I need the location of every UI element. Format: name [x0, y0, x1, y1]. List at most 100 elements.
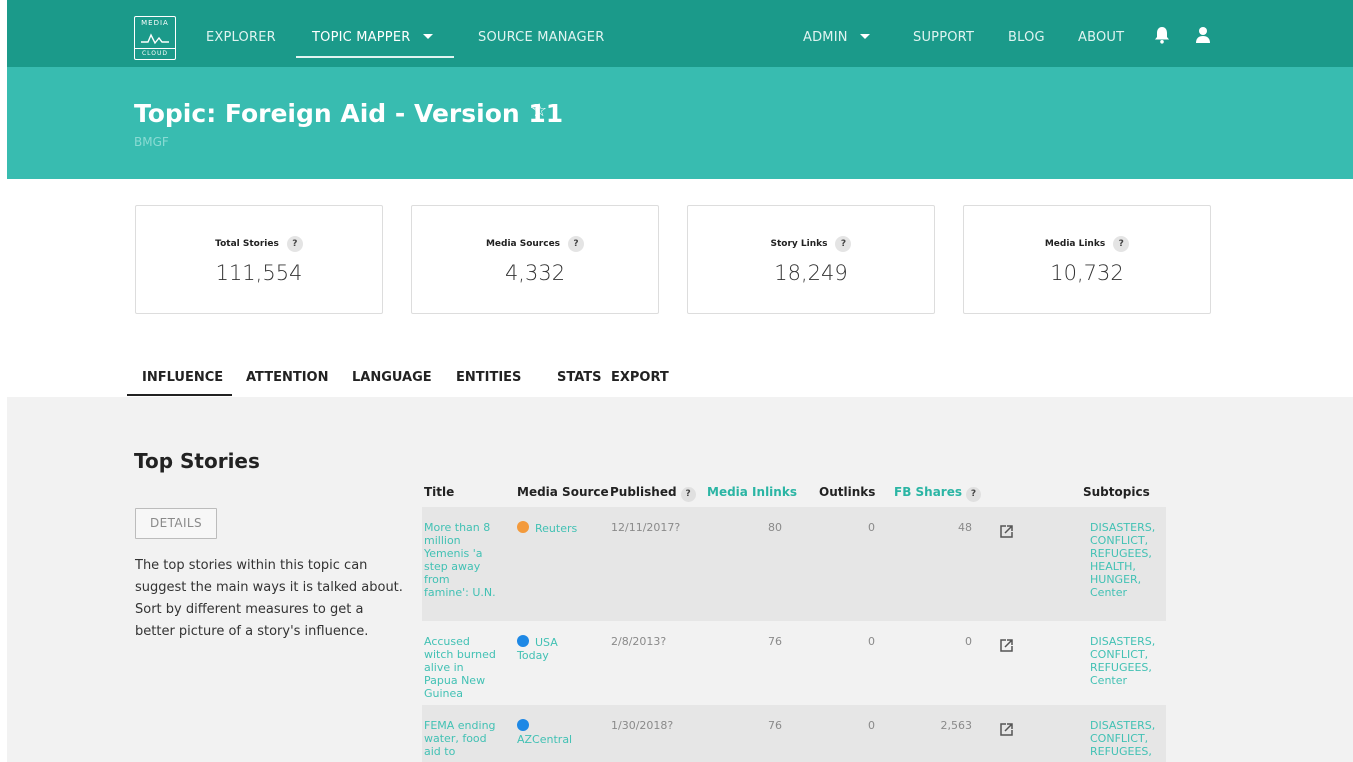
- section-title: Top Stories: [134, 449, 260, 473]
- stat-label: Total Stories: [215, 239, 279, 249]
- col-header-media-inlinks[interactable]: Media Inlinks: [707, 485, 797, 499]
- outlinks-value: 0: [868, 635, 875, 648]
- logo-text-bottom: CLOUD: [135, 48, 175, 57]
- stat-value: 18,249: [774, 261, 848, 285]
- stat-label-row: Total Stories?: [136, 236, 382, 252]
- media-inlinks-value: 80: [768, 521, 782, 534]
- nav-admin-label: ADMIN: [803, 30, 848, 45]
- nav-admin[interactable]: ADMIN: [803, 30, 870, 45]
- stat-card-media-sources: Media Sources? 4,332: [411, 205, 659, 314]
- stat-card-story-links: Story Links? 18,249: [687, 205, 935, 314]
- media-source-name: AZCentral: [517, 733, 573, 746]
- table-row: More than 8 million Yemenis 'a step away…: [422, 507, 1166, 621]
- subtopic-link[interactable]: DISASTERS: [1090, 635, 1152, 648]
- col-header-published-label: Published: [610, 485, 677, 499]
- subtopic-link[interactable]: DISASTERS: [1090, 719, 1152, 732]
- media-source-link[interactable]: Reuters: [517, 521, 597, 535]
- top-nav: MEDIA CLOUD EXPLORER TOPIC MAPPER SOURCE…: [7, 0, 1353, 67]
- subtopic-link[interactable]: REFUGEES: [1090, 547, 1148, 560]
- tab-influence[interactable]: INFLUENCE: [142, 370, 223, 385]
- nav-explorer[interactable]: EXPLORER: [206, 30, 276, 45]
- col-header-media-source[interactable]: Media Source: [517, 485, 609, 499]
- stat-label: Media Sources: [485, 239, 561, 249]
- nav-source-manager[interactable]: SOURCE MANAGER: [478, 30, 604, 45]
- story-title-link[interactable]: Accused witch burned alive in Papua New …: [424, 635, 496, 700]
- details-button[interactable]: DETAILS: [135, 508, 217, 539]
- subtopic-link[interactable]: CONFLICT: [1090, 732, 1145, 745]
- stat-label-row: Media Links?: [964, 236, 1210, 252]
- fb-shares-value: 2,563: [940, 719, 973, 732]
- media-inlinks-value: 76: [768, 719, 782, 732]
- content-area: Top Stories DETAILS The top stories with…: [7, 397, 1353, 762]
- help-icon[interactable]: ?: [835, 236, 852, 252]
- stat-card-media-links: Media Links? 10,732: [963, 205, 1211, 314]
- col-header-outlinks[interactable]: Outlinks: [819, 485, 875, 499]
- subtopic-link[interactable]: DISASTERS: [1090, 521, 1152, 534]
- col-header-fb-shares[interactable]: FB Shares?: [894, 485, 982, 502]
- source-favicon-icon: [517, 521, 529, 533]
- topic-header: Topic: Foreign Aid - Version 11 ☆ BMGF: [7, 67, 1353, 179]
- subtopic-link[interactable]: CONFLICT: [1090, 648, 1145, 661]
- subtopic-link[interactable]: REFUGEES: [1090, 661, 1148, 674]
- stat-label-row: Media Sources?: [412, 236, 658, 252]
- outlinks-value: 0: [868, 521, 875, 534]
- nav-about[interactable]: ABOUT: [1078, 30, 1124, 45]
- stat-label: Story Links: [770, 239, 828, 249]
- subtopics-list: DISASTERS, CONFLICT, REFUGEES, Center: [1090, 635, 1156, 687]
- app-frame: MEDIA CLOUD EXPLORER TOPIC MAPPER SOURCE…: [7, 0, 1353, 762]
- external-link-icon[interactable]: [999, 722, 1014, 737]
- active-tab-indicator: [127, 394, 232, 396]
- source-favicon-icon: [517, 719, 529, 731]
- nav-topic-mapper[interactable]: TOPIC MAPPER: [312, 30, 433, 45]
- tab-entities[interactable]: ENTITIES: [456, 370, 521, 385]
- story-title-link[interactable]: FEMA ending water, food aid to: [424, 719, 496, 758]
- bell-icon[interactable]: [1154, 26, 1170, 44]
- help-icon[interactable]: ?: [680, 487, 696, 502]
- subtopics-list: DISASTERS, CONFLICT, REFUGEES,: [1090, 719, 1156, 758]
- stat-card-total-stories: Total Stories? 111,554: [135, 205, 383, 314]
- section-description: The top stories within this topic can su…: [135, 558, 403, 639]
- chevron-down-icon: [422, 34, 433, 39]
- published-date: 12/11/2017?: [611, 521, 681, 534]
- help-icon[interactable]: ?: [286, 236, 303, 252]
- subtopic-link[interactable]: CONFLICT: [1090, 534, 1145, 547]
- table-row: FEMA ending water, food aid to AZCentral…: [422, 705, 1166, 762]
- media-source-link[interactable]: USA Today: [517, 635, 577, 662]
- tab-stats[interactable]: STATS: [557, 370, 602, 385]
- media-inlinks-value: 76: [768, 635, 782, 648]
- user-icon[interactable]: [1195, 26, 1211, 44]
- subtopic-link[interactable]: HUNGER: [1090, 573, 1138, 586]
- media-source-name: Reuters: [535, 522, 578, 535]
- help-icon[interactable]: ?: [568, 236, 585, 252]
- col-header-fb-shares-label: FB Shares: [894, 485, 963, 499]
- stat-value: 4,332: [504, 261, 566, 285]
- stat-value: 10,732: [1050, 261, 1124, 285]
- subtopics-list: DISASTERS, CONFLICT, REFUGEES, HEALTH, H…: [1090, 521, 1156, 599]
- logo-wave-icon: [141, 33, 169, 45]
- published-date: 2/8/2013?: [611, 635, 667, 648]
- tab-export[interactable]: EXPORT: [611, 370, 669, 385]
- tab-attention[interactable]: ATTENTION: [246, 370, 328, 385]
- external-link-icon[interactable]: [999, 638, 1014, 653]
- logo-text-top: MEDIA: [141, 19, 169, 27]
- subtopic-link[interactable]: HEALTH: [1090, 560, 1132, 573]
- nav-active-indicator: [296, 56, 454, 58]
- nav-support[interactable]: SUPPORT: [913, 30, 974, 45]
- story-title-link[interactable]: More than 8 million Yemenis 'a step away…: [424, 521, 496, 599]
- col-header-subtopics: Subtopics: [1083, 485, 1150, 499]
- help-icon[interactable]: ?: [1113, 236, 1130, 252]
- nav-blog[interactable]: BLOG: [1008, 30, 1045, 45]
- media-cloud-logo[interactable]: MEDIA CLOUD: [134, 16, 176, 60]
- media-source-link[interactable]: AZCentral: [517, 719, 597, 746]
- external-link-icon[interactable]: [999, 524, 1014, 539]
- subtopic-link[interactable]: Center: [1090, 586, 1127, 599]
- col-header-published[interactable]: Published?: [610, 485, 696, 502]
- subtopic-link[interactable]: Center: [1090, 674, 1127, 687]
- tab-language[interactable]: LANGUAGE: [352, 370, 432, 385]
- fb-shares-value: 48: [958, 521, 972, 534]
- help-icon[interactable]: ?: [966, 487, 982, 502]
- col-header-title[interactable]: Title: [424, 485, 454, 499]
- star-icon[interactable]: ☆: [531, 100, 547, 121]
- outlinks-value: 0: [868, 719, 875, 732]
- subtopic-link[interactable]: REFUGEES: [1090, 745, 1148, 758]
